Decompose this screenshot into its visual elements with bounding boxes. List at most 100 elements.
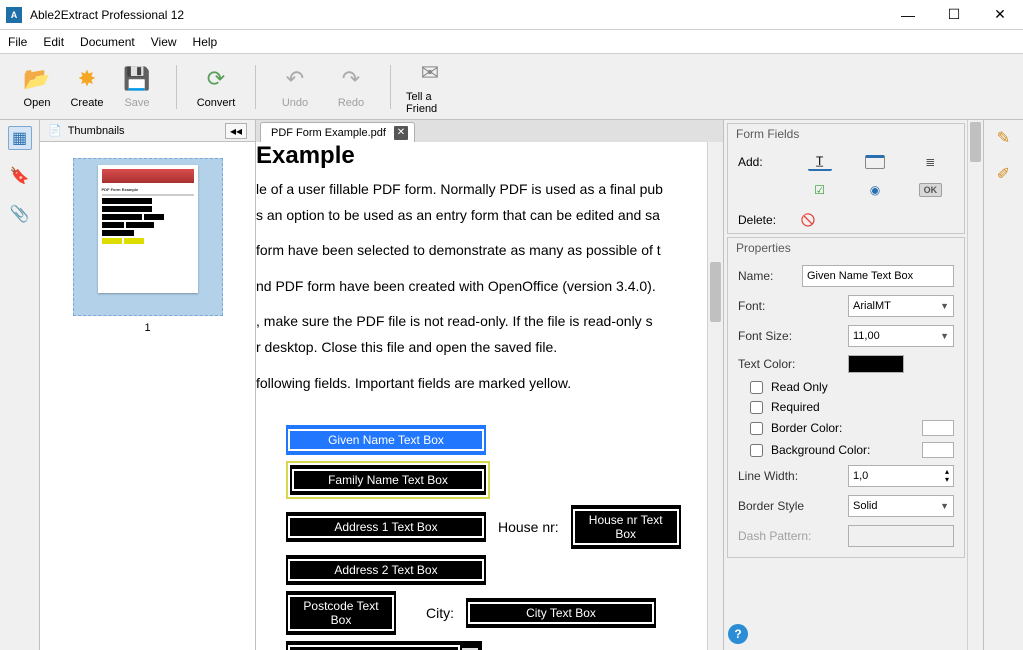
form-field-country-combo[interactable]: Country Combo Box ▼	[286, 641, 482, 650]
redo-label: Redo	[338, 97, 364, 109]
menu-file[interactable]: File	[8, 35, 27, 49]
dashpattern-combo	[848, 525, 954, 547]
panel-scrollbar[interactable]	[967, 120, 983, 650]
form-field-address-2[interactable]: Address 2 Text Box	[286, 555, 486, 585]
edit-tool-icon[interactable]: ✎	[992, 126, 1016, 150]
readonly-checkbox[interactable]	[750, 381, 763, 394]
star-icon: ✸	[73, 65, 101, 93]
redo-button: ↷ Redo	[326, 58, 376, 116]
tab-title: PDF Form Example.pdf	[271, 127, 386, 139]
save-label: Save	[124, 97, 149, 109]
add-text-field-icon[interactable]: T̲	[808, 153, 832, 171]
spinner-buttons[interactable]: ▴▾	[945, 468, 949, 484]
undo-icon: ↶	[281, 65, 309, 93]
scrollbar-thumb[interactable]	[710, 262, 721, 322]
linewidth-spinner[interactable]: 1,0 ▴▾	[848, 465, 954, 487]
bgcolor-swatch[interactable]	[922, 442, 954, 458]
document-scrollbar[interactable]	[707, 142, 723, 650]
chevron-down-icon: ▼	[940, 501, 949, 511]
close-button[interactable]: ✕	[977, 0, 1023, 30]
chevron-down-icon: ▼	[940, 301, 949, 311]
form-field-city[interactable]: City Text Box	[466, 598, 656, 628]
toolbar-separator	[176, 65, 177, 109]
form-field-postcode[interactable]: Postcode Text Box	[286, 591, 396, 635]
delete-icon[interactable]: 🚫	[796, 211, 820, 229]
tell-a-friend-button[interactable]: ✉ Tell a Friend	[405, 58, 455, 116]
form-tool-icon[interactable]: ✐	[992, 162, 1016, 186]
convert-button[interactable]: ⟳ Convert	[191, 58, 241, 116]
form-field-house-nr[interactable]: House nr Text Box	[571, 505, 681, 549]
field-label: Address 1 Text Box	[288, 516, 484, 538]
chevron-down-icon: ▼	[940, 331, 949, 341]
open-label: Open	[24, 97, 51, 109]
page-thumbnail-1[interactable]: PDF Form Example	[73, 158, 223, 316]
scrollbar-thumb[interactable]	[970, 122, 981, 162]
open-button[interactable]: 📂 Open	[12, 58, 62, 116]
form-field-address-1[interactable]: Address 1 Text Box	[286, 512, 486, 542]
bookmarks-icon[interactable]: 🔖	[8, 164, 32, 188]
linewidth-value: 1,0	[853, 470, 868, 482]
section-title: Properties	[728, 238, 964, 261]
fontsize-combo[interactable]: 11,00 ▼	[848, 325, 954, 347]
linewidth-label: Line Width:	[738, 469, 840, 483]
document-page[interactable]: Example le of a user fillable PDF form. …	[256, 142, 707, 650]
maximize-button[interactable]: ☐	[931, 0, 977, 30]
thumbnails-view-icon[interactable]: ▦	[8, 126, 32, 150]
menu-help[interactable]: Help	[193, 35, 218, 49]
tab-close-button[interactable]: ✕	[394, 126, 408, 140]
title-bar: A Able2Extract Professional 12 — ☐ ✕	[0, 0, 1023, 30]
doc-text: , make sure the PDF file is not read-onl…	[256, 312, 689, 332]
textcolor-swatch[interactable]	[848, 355, 904, 373]
thumbnails-doc-icon: 📄	[48, 124, 62, 137]
create-label: Create	[70, 97, 103, 109]
doc-text: s an option to be used as an entry form …	[256, 206, 689, 226]
collapse-panel-button[interactable]: ◂◂	[225, 123, 247, 139]
field-label: Postcode Text Box	[288, 595, 394, 631]
required-checkbox[interactable]	[750, 401, 763, 414]
name-label: Name:	[738, 269, 794, 283]
folder-open-icon: 📂	[23, 65, 51, 93]
house-nr-label: House nr:	[498, 519, 559, 535]
form-field-family-name[interactable]: Family Name Text Box	[290, 465, 486, 495]
attachments-icon[interactable]: 📎	[8, 202, 32, 226]
font-value: ArialMT	[853, 300, 891, 312]
field-label: Given Name Text Box	[288, 429, 484, 451]
name-input[interactable]	[802, 265, 954, 287]
delete-label: Delete:	[738, 213, 788, 227]
document-tabbar: PDF Form Example.pdf ✕	[256, 120, 723, 142]
menu-document[interactable]: Document	[80, 35, 135, 49]
window-title: Able2Extract Professional 12	[30, 8, 885, 22]
minimize-button[interactable]: —	[885, 0, 931, 30]
bordercolor-swatch[interactable]	[922, 420, 954, 436]
help-icon[interactable]: ?	[728, 624, 748, 644]
toolbar-separator	[255, 65, 256, 109]
menu-view[interactable]: View	[151, 35, 177, 49]
add-button-icon[interactable]: OK	[919, 183, 943, 197]
doc-text: following fields. Important fields are m…	[256, 374, 689, 394]
envelope-icon: ✉	[416, 59, 444, 87]
borderstyle-combo[interactable]: Solid ▼	[848, 495, 954, 517]
create-button[interactable]: ✸ Create	[62, 58, 112, 116]
form-fields-section: Form Fields Add: T̲ ≣ ☑ ◉ OK Delete: 🚫	[727, 123, 965, 234]
doc-text: nd PDF form have been created with OpenO…	[256, 277, 689, 297]
document-tab[interactable]: PDF Form Example.pdf ✕	[260, 122, 415, 142]
add-radio-icon[interactable]: ◉	[863, 181, 887, 199]
thumbnail-preview: PDF Form Example	[98, 165, 198, 293]
add-checkbox-icon[interactable]: ☑	[808, 181, 832, 199]
fontsize-label: Font Size:	[738, 329, 840, 343]
field-label: Address 2 Text Box	[288, 559, 484, 581]
font-combo[interactable]: ArialMT ▼	[848, 295, 954, 317]
convert-icon: ⟳	[202, 65, 230, 93]
add-panel-icon[interactable]	[865, 155, 885, 169]
dashpattern-label: Dash Pattern:	[738, 529, 840, 543]
textcolor-label: Text Color:	[738, 357, 840, 371]
main-toolbar: 📂 Open ✸ Create 💾 Save ⟳ Convert ↶ Undo …	[0, 54, 1023, 120]
add-list-icon[interactable]: ≣	[918, 153, 942, 171]
bordercolor-label: Border Color:	[771, 421, 842, 435]
doc-text: r desktop. Close this file and open the …	[256, 338, 689, 358]
menu-edit[interactable]: Edit	[43, 35, 64, 49]
bgcolor-checkbox[interactable]	[750, 444, 763, 457]
form-field-given-name[interactable]: Given Name Text Box	[286, 425, 486, 455]
right-rail: ✎ ✐	[983, 120, 1023, 650]
bordercolor-checkbox[interactable]	[750, 422, 763, 435]
